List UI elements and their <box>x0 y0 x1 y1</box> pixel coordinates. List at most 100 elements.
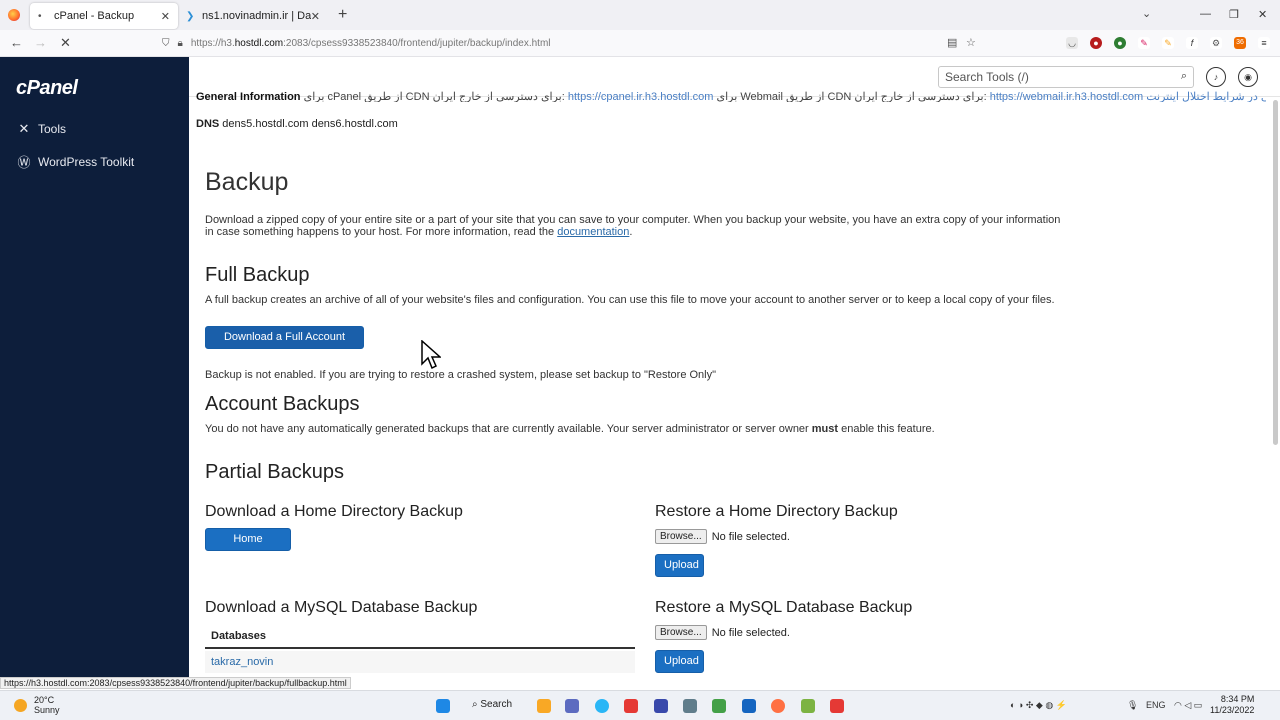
databases-column-header: Databases <box>205 625 635 649</box>
search-tools-input[interactable]: Search Tools (/) ⌕ <box>938 66 1194 88</box>
mysql-upload-button[interactable]: Upload <box>655 650 704 673</box>
page-scrollbar[interactable] <box>1273 100 1278 445</box>
home-download-heading: Download a Home Directory Backup <box>205 503 463 520</box>
menu-icon[interactable]: ≡ <box>1258 37 1270 49</box>
forward-icon[interactable]: → <box>34 35 47 50</box>
camtasia-icon[interactable] <box>801 699 815 713</box>
home-restore-heading: Restore a Home Directory Backup <box>655 503 898 520</box>
system-clock[interactable]: 8:34 PM 11/23/2022 <box>1210 694 1254 716</box>
taskbar-search[interactable]: ⌕ Search <box>472 699 512 710</box>
close-window-icon[interactable]: ✕ <box>1258 8 1267 21</box>
chevron-down-icon[interactable]: ⌄ <box>1142 7 1151 20</box>
windows-taskbar: 20°C Sunny ⌕ Search ◐ ◑ ✣ ◆ ◍ ⚡ 🎙︎ ENG ◠… <box>0 690 1280 720</box>
sidebar-item-label: WordPress Toolkit <box>38 154 135 169</box>
sun-icon[interactable] <box>14 699 27 712</box>
tab-dashboard[interactable]: ❯ ns1.novinadmin.ir | Dashboard ✕ <box>178 3 328 29</box>
user-account-icon[interactable]: ◉ <box>1238 67 1258 87</box>
back-icon[interactable]: ← <box>10 35 23 50</box>
app-icon[interactable] <box>565 699 579 713</box>
notifications-bell-icon[interactable]: ♪ <box>1206 67 1226 87</box>
backup-intro: Download a zipped copy of your entire si… <box>205 214 1065 238</box>
dns-value: dens5.hostdl.com dens6.hostdl.com <box>222 118 398 130</box>
weather-condition: Sunny <box>34 705 60 715</box>
firefox-taskbar-icon[interactable] <box>771 699 785 713</box>
browser-nav-bar: ← → ✕ ⛉ 🔒︎ https://h3. hostdl.com:2083/cp… <box>0 30 1280 57</box>
dns-label: DNS <box>196 118 220 130</box>
tools-icon: ✕ <box>18 121 30 136</box>
clock-date: 11/23/2022 <box>1210 705 1255 715</box>
browse-button[interactable]: Browse... <box>655 529 707 544</box>
shield-icon: ⛉ <box>162 38 170 49</box>
minimize-icon[interactable]: — <box>1200 8 1211 20</box>
wifi-icon[interactable]: ◠ ◁ ▭ <box>1174 700 1202 711</box>
extension-pen-icon[interactable]: ✎ <box>1138 37 1150 49</box>
telegram-icon[interactable] <box>595 699 609 713</box>
cpanel-cdn-link[interactable]: https://cpanel.ir.h3.hostdl.com <box>568 91 714 102</box>
vscode-icon[interactable] <box>742 699 756 713</box>
notepad-icon[interactable] <box>712 699 726 713</box>
sidebar-item-tools[interactable]: ✕ Tools <box>16 121 66 137</box>
bookmark-star-icon[interactable]: ☆ <box>966 36 976 49</box>
extension-function-icon[interactable]: f <box>1186 37 1198 49</box>
recorder-icon[interactable] <box>830 699 844 713</box>
account-text-bold: must <box>811 423 839 435</box>
sidebar-item-wordpress-toolkit[interactable]: Ⓦ WordPress Toolkit <box>16 152 134 171</box>
office-icon[interactable] <box>624 699 638 713</box>
microphone-icon[interactable]: 🎙︎ <box>1127 700 1138 711</box>
account-text-end: enable this feature. <box>838 423 935 435</box>
pocket-icon[interactable]: ◡ <box>1066 37 1078 49</box>
account-backups-description: You do not have any automatically genera… <box>205 423 1075 435</box>
teams-icon[interactable] <box>654 699 668 713</box>
home-restore-file-input[interactable]: Browse... No file selected. <box>655 529 790 544</box>
full-backup-description: A full backup creates an archive of all … <box>205 294 1055 306</box>
reader-view-icon[interactable]: ▤ <box>947 36 957 49</box>
tab-title: cPanel - Backup <box>54 10 135 22</box>
webmail-cdn-link[interactable]: https://webmail.ir.h3.hostdl.com <box>990 91 1143 102</box>
intro-end: . <box>629 226 633 238</box>
close-tab-icon[interactable]: ✕ <box>161 10 170 23</box>
windows-start-icon[interactable] <box>436 699 450 713</box>
tab-cpanel-backup[interactable]: • cPanel - Backup ✕ <box>30 3 178 29</box>
settings-gear-icon[interactable]: ⚙ <box>1210 37 1222 49</box>
browser-tab-bar: • cPanel - Backup ✕ ❯ ns1.novinadmin.ir … <box>0 0 1280 30</box>
stop-loading-icon[interactable]: ✕ <box>60 35 71 51</box>
url-prefix: https://h3. <box>190 38 235 49</box>
cpanel-logo[interactable]: cPanel <box>16 77 78 100</box>
page-title: Backup <box>205 168 289 196</box>
extension-badge-icon[interactable]: 36 <box>1234 37 1246 49</box>
tab-title: ns1.novinadmin.ir | Dashboard <box>202 10 311 22</box>
home-upload-button[interactable]: Upload <box>655 554 704 577</box>
database-row-link[interactable]: takraz_novin <box>205 651 635 673</box>
close-tab-icon[interactable]: ✕ <box>311 10 320 23</box>
mouse-cursor-icon <box>421 340 441 370</box>
tray-icons[interactable]: ◐ ◑ ✣ ◆ ◍ ⚡ <box>1010 700 1067 711</box>
weather-widget[interactable]: 20°C Sunny <box>34 695 60 715</box>
clock-time: 8:34 PM <box>1220 694 1255 704</box>
extension-red-icon[interactable]: ● <box>1090 37 1102 49</box>
download-full-backup-button[interactable]: Download a Full Account Backup <box>205 326 364 364</box>
loading-icon: • <box>38 10 42 22</box>
search-icon[interactable]: ⌕ <box>1181 70 1187 83</box>
browse-button[interactable]: Browse... <box>655 625 707 640</box>
general-info-label: General Information <box>196 91 301 102</box>
calculator-icon[interactable] <box>683 699 697 713</box>
no-file-selected: No file selected. <box>711 626 790 639</box>
lock-icon: 🔒︎ <box>177 38 183 49</box>
url-host: hostdl.com <box>234 38 284 49</box>
extension-brush-icon[interactable]: ✎ <box>1162 37 1174 49</box>
partial-backups-heading: Partial Backups <box>205 461 344 483</box>
home-directory-button[interactable]: Home Directory <box>205 528 291 566</box>
full-backup-heading: Full Backup <box>205 264 310 286</box>
dns-info: DNS dens5.hostdl.com dens6.hostdl.com <box>196 118 398 130</box>
mysql-restore-file-input[interactable]: Browse... No file selected. <box>655 625 790 640</box>
sidebar: cPanel ✕ Tools Ⓦ WordPress Toolkit <box>0 57 189 677</box>
language-indicator[interactable]: ENG <box>1146 700 1166 710</box>
url-bar[interactable]: ⛉ 🔒︎ https://h3. hostdl.com:2083/cpsess93… <box>150 33 990 54</box>
mysql-restore-heading: Restore a MySQL Database Backup <box>655 599 913 616</box>
new-tab-icon[interactable]: + <box>338 6 347 24</box>
restore-icon[interactable]: ❐ <box>1229 8 1239 21</box>
extension-green-icon[interactable]: ● <box>1114 37 1126 49</box>
file-explorer-icon[interactable] <box>537 699 551 713</box>
documentation-link[interactable]: documentation <box>557 226 629 238</box>
general-information: General Information برای cPanel از طریق … <box>196 90 1266 102</box>
